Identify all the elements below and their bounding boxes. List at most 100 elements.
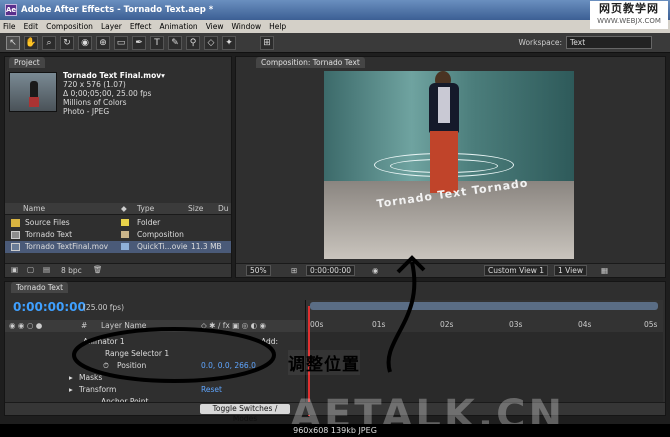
clone-stamp-icon[interactable]: ⚲ [186, 35, 200, 50]
position-value[interactable]: 0.0, 0.0, 266.0 [201, 361, 256, 370]
col-du[interactable]: Du [218, 204, 229, 213]
menu-layer[interactable]: Layer [101, 22, 122, 31]
property-label: Transform [79, 385, 117, 394]
timeline-current-time[interactable]: 0:00:00:00 [13, 300, 86, 314]
menu-bar: File Edit Composition Layer Effect Anima… [0, 20, 670, 33]
site-watermark: 网页教学网 WWW.WEBJX.COM [590, 1, 668, 29]
after-effects-icon: Ae [5, 4, 17, 16]
item-size: 11.3 MB [191, 242, 222, 251]
orbit-camera-icon[interactable]: ◉ [78, 35, 92, 50]
layer-property-row[interactable]: Animator 1 Add: [5, 336, 305, 347]
menu-view[interactable]: View [206, 22, 224, 31]
rotate-tool-icon[interactable]: ↻ [60, 35, 74, 50]
current-time[interactable]: 0:00:00:00 [306, 265, 355, 276]
project-tab[interactable]: Project [9, 57, 45, 68]
snapshot-icon[interactable]: ◉ [372, 266, 379, 275]
item-type: Folder [137, 218, 161, 227]
magnification-dropdown[interactable]: 50% [246, 265, 271, 276]
image-status-bar: 960x608 139kb JPEG [0, 424, 670, 437]
menu-window[interactable]: Window [232, 22, 262, 31]
menu-file[interactable]: File [3, 22, 16, 31]
hand-tool-icon[interactable]: ✋ [24, 35, 38, 50]
menu-composition[interactable]: Composition [46, 22, 93, 31]
fast-preview-icon[interactable]: ▦ [601, 266, 608, 275]
col-name[interactable]: Name [23, 204, 45, 213]
puppet-pin-icon[interactable]: ✦ [222, 35, 236, 50]
view-dropdown[interactable]: Custom View 1 [484, 265, 549, 276]
av-features-icon: ◉ ◉ ○ ● [9, 321, 43, 330]
work-area-bar[interactable] [310, 302, 658, 310]
folder-icon [11, 219, 20, 227]
mask-tool-icon[interactable]: ▭ [114, 35, 128, 50]
watermark-line2: WWW.WEBJX.COM [597, 17, 661, 25]
reset-link[interactable]: Reset [201, 385, 222, 394]
composition-tab[interactable]: Composition: Tornado Text [256, 57, 365, 68]
expand-icon[interactable]: ▸ [69, 373, 73, 382]
workspace-dropdown[interactable]: Text [566, 36, 652, 49]
composition-viewer[interactable]: Tornado Text Tornado [324, 71, 574, 259]
item-name: Tornado Text [25, 230, 73, 239]
footage-name[interactable]: Tornado Text Final.mov▾ [63, 71, 165, 80]
footage-info: Tornado Text Final.mov▾ 720 x 576 (1.07)… [63, 71, 165, 116]
layer-property-row[interactable]: ▸ Masks [5, 372, 305, 383]
window-title: Adobe After Effects - Tornado Text.aep * [21, 5, 214, 15]
pen-tool-icon[interactable]: ✒ [132, 35, 146, 50]
watermark-line1: 网页教学网 [599, 2, 659, 15]
property-label: Range Selector 1 [105, 349, 170, 358]
grid-icon[interactable]: ⊞ [291, 266, 297, 275]
layer-property-row[interactable]: ⏱ Position 0.0, 0.0, 266.0 [5, 360, 305, 371]
label-swatch [121, 219, 129, 226]
ruler-tick: 03s [509, 320, 523, 329]
workspace-label: Workspace: [518, 38, 562, 47]
new-folder-icon[interactable]: ▢ [27, 265, 34, 274]
composition-controls: 50% ⊞ 0:00:00:00 ◉ Custom View 1 1 View … [236, 263, 665, 277]
new-composition-icon[interactable]: ▤ [43, 265, 50, 274]
brush-tool-icon[interactable]: ✎ [168, 35, 182, 50]
toggle-switches-modes-button[interactable]: Toggle Switches / Modes [200, 404, 290, 423]
layer-property-row[interactable]: ▸ Transform Reset [5, 384, 305, 395]
property-label: Masks [79, 373, 103, 382]
footage-thumbnail [9, 72, 57, 112]
label-swatch [121, 243, 129, 250]
bit-depth[interactable]: 8 bpc [61, 266, 82, 275]
axis-mode-icon[interactable]: ⊞ [260, 35, 274, 50]
add-label[interactable]: Add: [261, 337, 278, 346]
footage-codec: Photo - JPEG [63, 107, 110, 116]
switches-icon: ◇ ✱ ∕ fx ▣ ◎ ◐ ◉ [201, 321, 267, 330]
expand-icon[interactable]: ▸ [69, 385, 73, 394]
project-panel: Project Tornado Text Final.mov▾ 720 x 57… [4, 56, 232, 278]
stopwatch-icon[interactable]: ⏱ [103, 361, 109, 371]
menu-edit[interactable]: Edit [24, 22, 39, 31]
delete-icon[interactable]: 🗑 [93, 265, 103, 274]
zoom-tool-icon[interactable]: ⌕ [42, 35, 56, 50]
timeline-tab[interactable]: Tornado Text [11, 282, 69, 293]
menu-help[interactable]: Help [269, 22, 286, 31]
eraser-tool-icon[interactable]: ◇ [204, 35, 218, 50]
item-name: Tornado TextFinal.mov [25, 242, 109, 251]
col-layer-name[interactable]: Layer Name [101, 321, 146, 330]
project-footer: ▣ ▢ ▤ 8 bpc 🗑 [5, 263, 231, 277]
col-size[interactable]: Size [188, 204, 203, 213]
view-layout-dropdown[interactable]: 1 View [554, 265, 587, 276]
footage-colors: Millions of Colors [63, 98, 127, 107]
layer-property-row[interactable]: Range Selector 1 [5, 348, 305, 359]
col-type[interactable]: Type [137, 204, 154, 213]
interpret-footage-icon[interactable]: ▣ [11, 265, 18, 274]
composition-icon [11, 231, 20, 239]
menu-animation[interactable]: Animation [159, 22, 197, 31]
project-item[interactable]: Tornado TextFinal.mov QuickTi...ovie 11.… [5, 241, 231, 253]
text-tool-icon[interactable]: T [150, 35, 164, 50]
menu-effect[interactable]: Effect [130, 22, 152, 31]
pan-behind-icon[interactable]: ⊕ [96, 35, 110, 50]
item-type: Composition [137, 230, 184, 239]
composition-panel: Composition: Tornado Text Tornado Text T… [235, 56, 666, 278]
ruler-tick: 04s [578, 320, 592, 329]
ruler-tick: 05s [644, 320, 658, 329]
ruler-tick: 01s [372, 320, 386, 329]
time-ruler[interactable]: 00s 01s 02s 03s 04s 05s [305, 300, 663, 332]
project-item[interactable]: Source Files Folder [5, 217, 231, 229]
label-column-icon[interactable]: ◆ [121, 204, 127, 213]
label-swatch [121, 231, 129, 238]
selection-tool-icon[interactable]: ↖ [6, 35, 20, 50]
project-item[interactable]: Tornado Text Composition [5, 229, 231, 241]
